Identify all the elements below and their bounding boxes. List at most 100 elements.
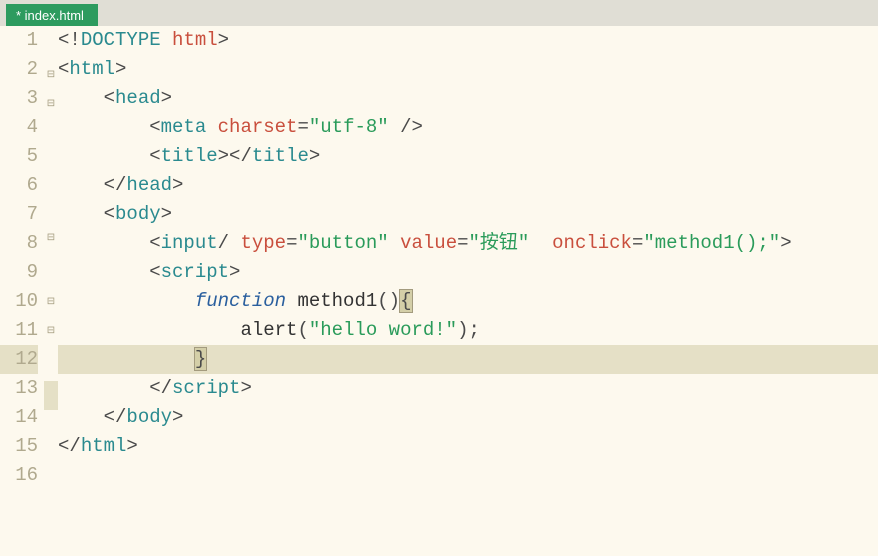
- fold-spacer: [44, 381, 58, 410]
- token: body: [126, 406, 172, 428]
- token: >: [780, 232, 791, 254]
- line-number: 3: [0, 84, 38, 113]
- code-line[interactable]: <html>: [58, 55, 878, 84]
- token: =: [297, 116, 308, 138]
- code-area[interactable]: <!DOCTYPE html><html> <head> <meta chars…: [58, 26, 878, 556]
- code-line[interactable]: </body>: [58, 403, 878, 432]
- token: }: [195, 348, 206, 370]
- code-line[interactable]: }: [58, 345, 878, 374]
- token: ></: [218, 145, 252, 167]
- token: <: [58, 58, 69, 80]
- line-number: 9: [0, 258, 38, 287]
- code-line[interactable]: </script>: [58, 374, 878, 403]
- token: >: [161, 87, 172, 109]
- line-number: 12: [0, 345, 38, 374]
- token: "utf-8": [309, 116, 389, 138]
- token: [58, 261, 149, 283]
- token: head: [115, 87, 161, 109]
- fold-spacer: [44, 119, 58, 148]
- token: alert: [240, 319, 297, 341]
- code-editor[interactable]: 12345678910111213141516 ⊟⊟⊟⊟⊟ <!DOCTYPE …: [0, 26, 878, 556]
- token: >: [172, 174, 183, 196]
- code-line[interactable]: function method1(){: [58, 287, 878, 316]
- token: charset: [218, 116, 298, 138]
- fold-spacer: [44, 154, 58, 183]
- code-line[interactable]: </head>: [58, 171, 878, 200]
- token: [58, 116, 149, 138]
- token: meta: [161, 116, 207, 138]
- token: [58, 203, 104, 225]
- code-line[interactable]: <head>: [58, 84, 878, 113]
- fold-toggle-icon[interactable]: ⊟: [44, 224, 58, 253]
- token: method1: [297, 290, 377, 312]
- token: <: [104, 87, 115, 109]
- token: <!: [58, 29, 81, 51]
- token: [161, 29, 172, 51]
- token: [58, 290, 195, 312]
- fold-toggle-icon[interactable]: ⊟: [44, 317, 58, 346]
- line-number: 8: [0, 229, 38, 258]
- token: =: [632, 232, 643, 254]
- token: "按钮": [469, 232, 530, 254]
- token: >: [309, 145, 320, 167]
- code-line[interactable]: <body>: [58, 200, 878, 229]
- code-line[interactable]: </html>: [58, 432, 878, 461]
- code-line[interactable]: <script>: [58, 258, 878, 287]
- token: [58, 174, 104, 196]
- token: (: [297, 319, 308, 341]
- fold-spacer: [44, 486, 58, 515]
- token: <: [104, 203, 115, 225]
- token: (): [377, 290, 400, 312]
- token: "method1();": [643, 232, 780, 254]
- token: [58, 348, 195, 370]
- token: "button": [297, 232, 388, 254]
- token: html: [81, 435, 127, 457]
- token: [286, 290, 297, 312]
- token: =: [286, 232, 297, 254]
- token: />: [400, 116, 423, 138]
- token: >: [229, 261, 240, 283]
- code-line[interactable]: [58, 461, 878, 490]
- token: title: [252, 145, 309, 167]
- line-number: 1: [0, 26, 38, 55]
- token: <: [149, 116, 160, 138]
- token: head: [126, 174, 172, 196]
- token: script: [161, 261, 229, 283]
- token: [58, 377, 149, 399]
- code-line[interactable]: <meta charset="utf-8" />: [58, 113, 878, 142]
- code-line[interactable]: alert("hello word!");: [58, 316, 878, 345]
- token: input: [161, 232, 218, 254]
- fold-toggle-icon[interactable]: ⊟: [44, 288, 58, 317]
- fold-toggle-icon[interactable]: ⊟: [44, 90, 58, 119]
- fold-spacer: [44, 346, 58, 375]
- token: function: [195, 290, 286, 312]
- code-line[interactable]: <input/ type="button" value="按钮" onclick…: [58, 229, 878, 258]
- token: [206, 116, 217, 138]
- code-line[interactable]: <title></title>: [58, 142, 878, 171]
- token: type: [240, 232, 286, 254]
- token: /: [218, 232, 229, 254]
- line-number: 4: [0, 113, 38, 142]
- token: >: [172, 406, 183, 428]
- token: </: [58, 435, 81, 457]
- token: html: [69, 58, 115, 80]
- token: >: [126, 435, 137, 457]
- token: title: [161, 145, 218, 167]
- token: =: [457, 232, 468, 254]
- line-number: 11: [0, 316, 38, 345]
- line-number: 14: [0, 403, 38, 432]
- token: [229, 232, 240, 254]
- token: [389, 232, 400, 254]
- token: >: [161, 203, 172, 225]
- code-line[interactable]: <!DOCTYPE html>: [58, 26, 878, 55]
- fold-toggle-icon[interactable]: ⊟: [44, 61, 58, 90]
- token: >: [218, 29, 229, 51]
- tab-bar: * index.html: [0, 0, 878, 26]
- token: {: [400, 290, 411, 312]
- token: </: [104, 174, 127, 196]
- token: [58, 232, 149, 254]
- line-number-gutter: 12345678910111213141516: [0, 26, 44, 556]
- tab-index-html[interactable]: * index.html: [6, 4, 98, 26]
- token: <: [149, 261, 160, 283]
- fold-column: ⊟⊟⊟⊟⊟: [44, 26, 58, 556]
